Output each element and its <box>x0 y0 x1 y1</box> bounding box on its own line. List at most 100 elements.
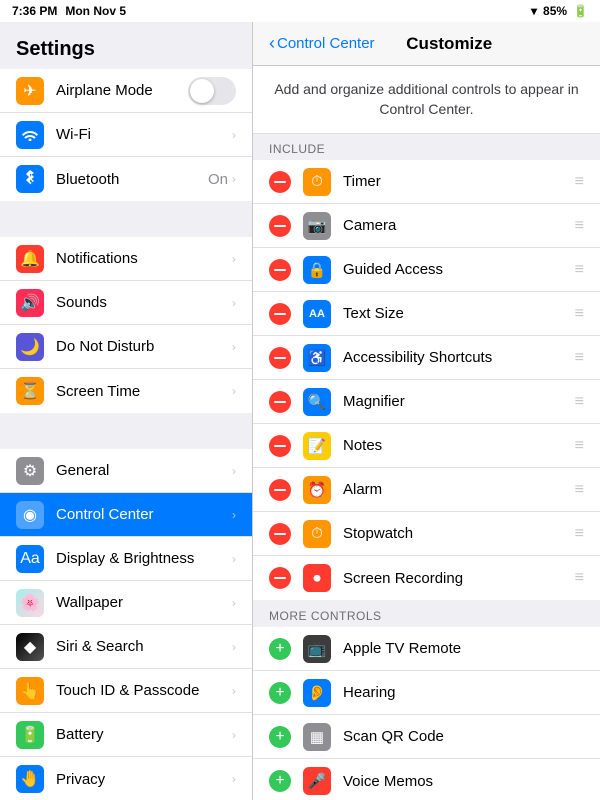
sidebar-item-wallpaper[interactable]: 🌸 Wallpaper › <box>0 581 252 625</box>
scan-qr-add-button[interactable] <box>269 726 291 748</box>
sidebar-item-battery[interactable]: 🔋 Battery › <box>0 713 252 757</box>
right-panel-title: Customize <box>375 34 524 54</box>
back-button[interactable]: ‹ Control Center <box>269 33 375 54</box>
more-controls-group: 📺 Apple TV Remote 👂 Hearing ▦ Scan QR Co… <box>253 627 600 800</box>
sidebar-item-airplane-mode[interactable]: ✈ Airplane Mode <box>0 69 252 113</box>
alarm-remove-button[interactable] <box>269 479 291 501</box>
control-item-scan-qr[interactable]: ▦ Scan QR Code <box>253 715 600 759</box>
touch-id-chevron: › <box>232 684 236 698</box>
gap-1 <box>0 202 252 237</box>
battery-text: 85% <box>543 4 567 18</box>
sidebar-item-display-brightness[interactable]: Aa Display & Brightness › <box>0 537 252 581</box>
voice-memos-label: Voice Memos <box>343 773 584 790</box>
status-time: 7:36 PM <box>12 4 57 18</box>
notifications-icon: 🔔 <box>16 245 44 273</box>
sidebar-item-bluetooth[interactable]: Bluetooth On › <box>0 157 252 201</box>
stopwatch-label: Stopwatch <box>343 525 575 542</box>
general-chevron: › <box>232 464 236 478</box>
accessibility-remove-button[interactable] <box>269 347 291 369</box>
touch-id-icon: 👆 <box>16 677 44 705</box>
control-item-hearing[interactable]: 👂 Hearing <box>253 671 600 715</box>
bluetooth-label: Bluetooth <box>56 171 208 188</box>
magnifier-label: Magnifier <box>343 393 575 410</box>
battery-icon: 🔋 <box>16 721 44 749</box>
control-item-timer[interactable]: ⏱ Timer ≡ <box>253 160 600 204</box>
airplane-mode-label: Airplane Mode <box>56 82 188 99</box>
notes-icon: 📝 <box>303 432 331 460</box>
camera-reorder-icon: ≡ <box>575 217 584 235</box>
control-item-guided-access[interactable]: 🔒 Guided Access ≡ <box>253 248 600 292</box>
control-item-alarm[interactable]: ⏰ Alarm ≡ <box>253 468 600 512</box>
screen-recording-icon: ⏺ <box>303 564 331 592</box>
control-item-magnifier[interactable]: 🔍 Magnifier ≡ <box>253 380 600 424</box>
control-item-text-size[interactable]: AA Text Size ≡ <box>253 292 600 336</box>
control-item-screen-recording[interactable]: ⏺ Screen Recording ≡ <box>253 556 600 600</box>
text-size-icon: AA <box>303 300 331 328</box>
sidebar-item-screen-time[interactable]: ⏳ Screen Time › <box>0 369 252 413</box>
screen-recording-remove-button[interactable] <box>269 567 291 589</box>
stopwatch-icon: ⏱ <box>303 520 331 548</box>
apple-tv-add-button[interactable] <box>269 638 291 660</box>
notes-remove-button[interactable] <box>269 435 291 457</box>
do-not-disturb-chevron: › <box>232 340 236 354</box>
sidebar-item-touch-id[interactable]: 👆 Touch ID & Passcode › <box>0 669 252 713</box>
sidebar-item-general[interactable]: ⚙ General › <box>0 449 252 493</box>
notes-reorder-icon: ≡ <box>575 437 584 455</box>
description-text: Add and organize additional controls to … <box>274 81 578 117</box>
screen-time-chevron: › <box>232 384 236 398</box>
timer-remove-button[interactable] <box>269 171 291 193</box>
camera-remove-button[interactable] <box>269 215 291 237</box>
timer-reorder-icon: ≡ <box>575 173 584 191</box>
text-size-remove-button[interactable] <box>269 303 291 325</box>
text-size-reorder-icon: ≡ <box>575 305 584 323</box>
sidebar-item-privacy[interactable]: 🤚 Privacy › <box>0 757 252 800</box>
sidebar-item-siri-search[interactable]: ◆ Siri & Search › <box>0 625 252 669</box>
sidebar-item-wifi[interactable]: Wi-Fi › <box>0 113 252 157</box>
guided-access-reorder-icon: ≡ <box>575 261 584 279</box>
guided-access-remove-button[interactable] <box>269 259 291 281</box>
control-item-voice-memos[interactable]: 🎤 Voice Memos <box>253 759 600 800</box>
sidebar-item-notifications[interactable]: 🔔 Notifications › <box>0 237 252 281</box>
scan-qr-label: Scan QR Code <box>343 728 584 745</box>
control-item-stopwatch[interactable]: ⏱ Stopwatch ≡ <box>253 512 600 556</box>
settings-group-notifications: 🔔 Notifications › 🔊 Sounds › 🌙 Do Not Di… <box>0 237 252 413</box>
sounds-icon: 🔊 <box>16 289 44 317</box>
battery-chevron: › <box>232 728 236 742</box>
control-center-label: Control Center <box>56 506 232 523</box>
stopwatch-remove-button[interactable] <box>269 523 291 545</box>
hearing-icon: 👂 <box>303 679 331 707</box>
general-icon: ⚙ <box>16 457 44 485</box>
alarm-label: Alarm <box>343 481 575 498</box>
sounds-chevron: › <box>232 296 236 310</box>
privacy-chevron: › <box>232 772 236 786</box>
hearing-add-button[interactable] <box>269 682 291 704</box>
do-not-disturb-icon: 🌙 <box>16 333 44 361</box>
control-item-camera[interactable]: 📷 Camera ≡ <box>253 204 600 248</box>
accessibility-label: Accessibility Shortcuts <box>343 349 575 366</box>
status-day: Mon Nov 5 <box>65 4 126 18</box>
magnifier-icon: 🔍 <box>303 388 331 416</box>
right-panel: ‹ Control Center Customize Add and organ… <box>253 22 600 800</box>
alarm-reorder-icon: ≡ <box>575 481 584 499</box>
wifi-label: Wi-Fi <box>56 126 232 143</box>
control-item-notes[interactable]: 📝 Notes ≡ <box>253 424 600 468</box>
airplane-mode-icon: ✈ <box>16 77 44 105</box>
gap-2 <box>0 414 252 449</box>
voice-memos-add-button[interactable] <box>269 770 291 792</box>
magnifier-remove-button[interactable] <box>269 391 291 413</box>
notifications-label: Notifications <box>56 250 232 267</box>
control-item-apple-tv[interactable]: 📺 Apple TV Remote <box>253 627 600 671</box>
settings-panel: Settings ✈ Airplane Mode Wi-Fi <box>0 22 253 800</box>
airplane-mode-toggle[interactable] <box>188 77 236 105</box>
guided-access-icon: 🔒 <box>303 256 331 284</box>
bluetooth-icon <box>16 165 44 193</box>
magnifier-reorder-icon: ≡ <box>575 393 584 411</box>
control-item-accessibility[interactable]: ♿ Accessibility Shortcuts ≡ <box>253 336 600 380</box>
sidebar-item-control-center[interactable]: ◉ Control Center › <box>0 493 252 537</box>
battery-label: Battery <box>56 726 232 743</box>
timer-label: Timer <box>343 173 575 190</box>
touch-id-label: Touch ID & Passcode <box>56 682 232 699</box>
siri-icon: ◆ <box>16 633 44 661</box>
sidebar-item-do-not-disturb[interactable]: 🌙 Do Not Disturb › <box>0 325 252 369</box>
sidebar-item-sounds[interactable]: 🔊 Sounds › <box>0 281 252 325</box>
